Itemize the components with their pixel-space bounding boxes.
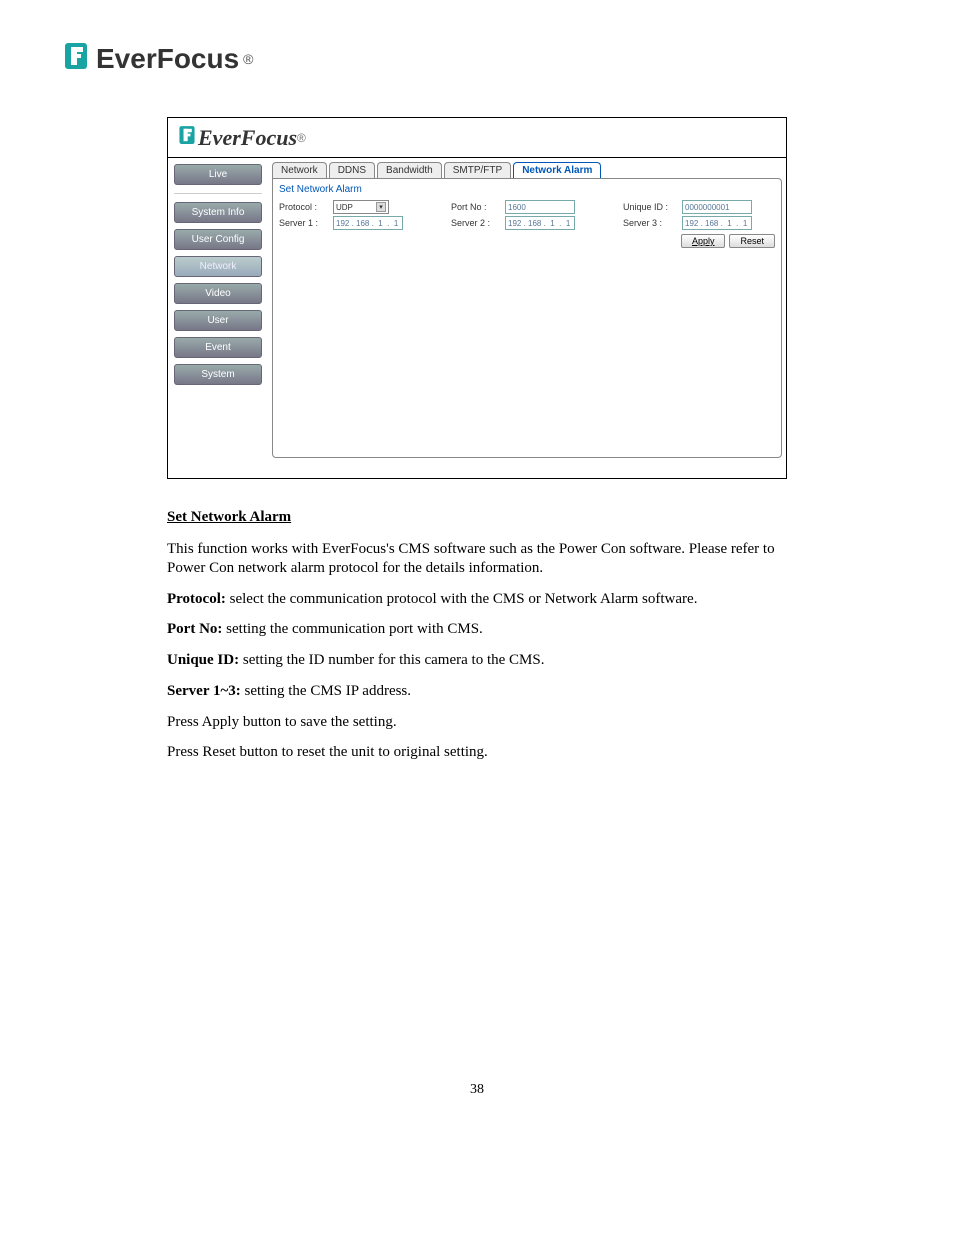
server3-label: Server 3 : (623, 218, 678, 228)
portno-desc: Port No: setting the communication port … (167, 620, 787, 639)
uniqueid-input[interactable] (682, 200, 752, 214)
portno-label: Port No : (451, 202, 501, 212)
logo-text: EverFocus (96, 43, 239, 75)
tab-bar: Network DDNS Bandwidth SMTP/FTP Network … (272, 162, 782, 178)
app-screenshot: EverFocus ® Live System Info User Config… (167, 117, 787, 479)
protocol-label: Protocol : (279, 202, 329, 212)
app-logo-icon (176, 124, 198, 151)
tab-network-alarm[interactable]: Network Alarm (513, 162, 601, 178)
document-content: Set Network Alarm This function works wi… (167, 509, 787, 762)
tab-bandwidth[interactable]: Bandwidth (377, 162, 442, 178)
sidebar-item-network[interactable]: Network (174, 256, 262, 277)
app-titlebar: EverFocus ® (168, 118, 786, 158)
uniqueid-desc: Unique ID: setting the ID number for thi… (167, 651, 787, 670)
protocol-desc: Protocol: select the communication proto… (167, 590, 787, 609)
sidebar-item-live[interactable]: Live (174, 164, 262, 185)
server2-label: Server 2 : (451, 218, 501, 228)
apply-desc: Press Apply button to save the setting. (167, 713, 787, 732)
page-number: 38 (60, 1082, 894, 1098)
protocol-select[interactable]: UDP ▾ (333, 200, 389, 214)
chevron-down-icon: ▾ (376, 202, 386, 212)
protocol-value: UDP (336, 203, 353, 212)
portno-input[interactable] (505, 200, 575, 214)
sidebar-item-event[interactable]: Event (174, 337, 262, 358)
sidebar: Live System Info User Config Network Vid… (168, 158, 268, 478)
server3-input[interactable] (682, 216, 752, 230)
uniqueid-label: Unique ID : (623, 202, 678, 212)
tab-smtp-ftp[interactable]: SMTP/FTP (444, 162, 511, 178)
registered-mark: ® (243, 51, 253, 67)
intro-paragraph: This function works with EverFocus's CMS… (167, 540, 787, 578)
section-heading: Set Network Alarm (167, 509, 787, 526)
server-desc: Server 1~3: setting the CMS IP address. (167, 682, 787, 701)
sidebar-item-user-config[interactable]: User Config (174, 229, 262, 250)
app-logo-text: EverFocus (198, 125, 297, 151)
sidebar-item-system-info[interactable]: System Info (174, 202, 262, 223)
server1-input[interactable] (333, 216, 403, 230)
logo-icon (60, 40, 92, 77)
reset-desc: Press Reset button to reset the unit to … (167, 743, 787, 762)
server2-input[interactable] (505, 216, 575, 230)
app-registered-mark: ® (297, 131, 306, 145)
sidebar-item-user[interactable]: User (174, 310, 262, 331)
reset-button[interactable]: Reset (729, 234, 775, 248)
tab-ddns[interactable]: DDNS (329, 162, 375, 178)
settings-panel: Set Network Alarm Protocol : UDP ▾ Port … (272, 178, 782, 458)
apply-button[interactable]: Apply (681, 234, 726, 248)
sidebar-item-video[interactable]: Video (174, 283, 262, 304)
page-header-logo: EverFocus ® (60, 40, 894, 77)
tab-network[interactable]: Network (272, 162, 327, 178)
server1-label: Server 1 : (279, 218, 329, 228)
sidebar-item-system[interactable]: System (174, 364, 262, 385)
sidebar-separator (174, 193, 262, 194)
fieldset-title: Set Network Alarm (279, 184, 775, 195)
